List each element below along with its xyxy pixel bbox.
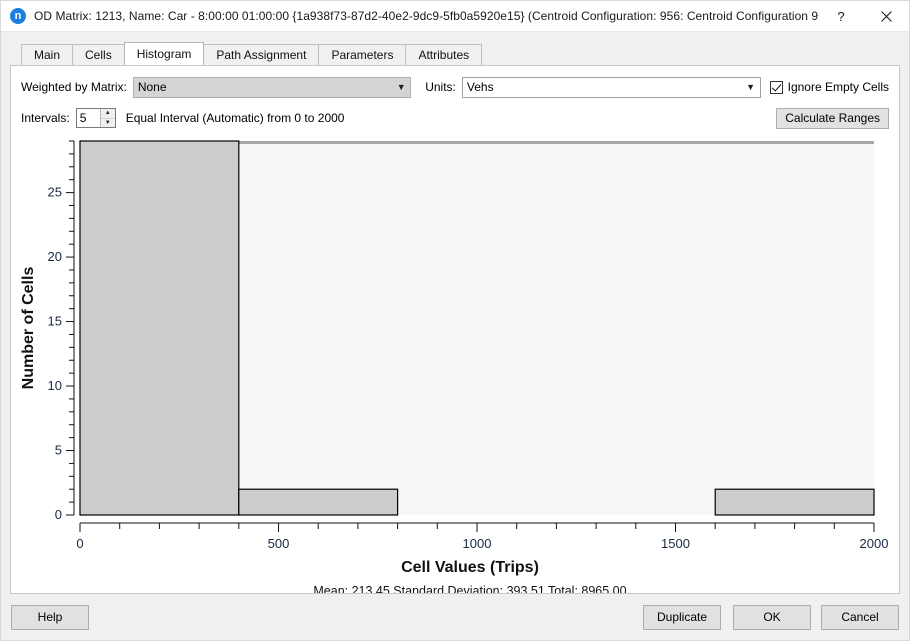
ok-button[interactable]: OK	[733, 605, 811, 630]
chevron-down-icon: ▼	[742, 78, 760, 97]
tab-main[interactable]: Main	[21, 44, 73, 65]
ok-button-label: OK	[763, 610, 780, 624]
help-title-button[interactable]: ?	[819, 1, 863, 31]
weighted-by-matrix-value: None	[138, 80, 392, 94]
checkmark-icon	[770, 81, 783, 94]
tab-parameters[interactable]: Parameters	[318, 44, 406, 65]
y-tick-label: 20	[48, 249, 62, 264]
weighted-by-matrix-dropdown[interactable]: None ▼	[133, 77, 411, 98]
ignore-empty-cells-label: Ignore Empty Cells	[788, 80, 889, 94]
stepper-down-icon[interactable]: ▼	[101, 119, 115, 128]
tab-label: Main	[34, 48, 60, 62]
tab-label: Histogram	[137, 47, 192, 61]
histogram-tab-page: Weighted by Matrix: None ▼ Units: Vehs ▼…	[10, 65, 900, 594]
x-axis-title: Cell Values (Trips)	[401, 559, 539, 576]
calculate-ranges-label: Calculate Ranges	[785, 111, 880, 125]
intervals-value: 5	[77, 109, 100, 127]
weighted-by-matrix-label: Weighted by Matrix:	[21, 80, 127, 94]
title-bar: n OD Matrix: 1213, Name: Car - 8:00:00 0…	[1, 1, 909, 32]
cancel-button[interactable]: Cancel	[821, 605, 899, 630]
intervals-row: Intervals: 5 ▲ ▼ Equal Interval (Automat…	[11, 105, 899, 131]
help-button[interactable]: Help	[11, 605, 89, 630]
od-matrix-dialog: n OD Matrix: 1213, Name: Car - 8:00:00 0…	[0, 0, 910, 641]
weighted-units-row: Weighted by Matrix: None ▼ Units: Vehs ▼…	[11, 74, 899, 100]
tab-label: Parameters	[331, 48, 393, 62]
window-title: OD Matrix: 1213, Name: Car - 8:00:00 01:…	[34, 9, 819, 23]
intervals-stepper[interactable]: 5 ▲ ▼	[76, 108, 116, 128]
x-tick-label: 500	[268, 536, 290, 551]
calculate-ranges-button[interactable]: Calculate Ranges	[776, 108, 889, 129]
histogram-bar	[80, 141, 239, 515]
stepper-buttons: ▲ ▼	[100, 109, 115, 127]
stepper-up-icon[interactable]: ▲	[101, 109, 115, 119]
units-label: Units:	[425, 80, 456, 94]
duplicate-button-label: Duplicate	[657, 610, 707, 624]
tab-histogram[interactable]: Histogram	[124, 42, 205, 65]
y-tick-label: 25	[48, 185, 62, 200]
help-button-label: Help	[38, 610, 63, 624]
x-tick-label: 0	[76, 536, 83, 551]
chevron-down-icon: ▼	[392, 78, 410, 97]
intervals-label: Intervals:	[21, 111, 70, 125]
ignore-empty-cells-checkbox[interactable]: Ignore Empty Cells	[770, 80, 889, 94]
x-tick-label: 1500	[661, 536, 690, 551]
histogram-bar	[239, 489, 398, 515]
close-icon	[881, 11, 892, 22]
y-tick-label: 0	[55, 507, 62, 522]
y-tick-label: 15	[48, 314, 62, 329]
tab-label: Path Assignment	[216, 48, 306, 62]
y-tick-label: 10	[48, 378, 62, 393]
aimsun-n-icon: n	[10, 8, 26, 24]
units-value: Vehs	[467, 80, 742, 94]
histogram-stats-line: Mean: 213.45 Standard Deviation: 393.51 …	[313, 584, 626, 593]
y-axis-title: Number of Cells	[20, 267, 37, 390]
histogram-chart: 0 5 10 15 20 25 Number of Cells 0 500 1000 1500 200…	[11, 133, 899, 593]
cancel-button-label: Cancel	[841, 610, 878, 624]
tab-label: Attributes	[418, 48, 469, 62]
tab-path-assignment[interactable]: Path Assignment	[203, 44, 319, 65]
tab-bar: Main Cells Histogram Path Assignment Par…	[21, 42, 909, 65]
x-tick-label: 1000	[463, 536, 492, 551]
tab-cells[interactable]: Cells	[72, 44, 125, 65]
tab-attributes[interactable]: Attributes	[405, 44, 482, 65]
close-window-button[interactable]	[863, 1, 909, 31]
tab-label: Cells	[85, 48, 112, 62]
x-tick-label: 2000	[860, 536, 889, 551]
histogram-plot: 0 5 10 15 20 25 Number of Cells 0 500 1000 1500 200…	[11, 133, 900, 593]
question-mark-icon: ?	[837, 9, 844, 24]
histogram-bar	[715, 489, 874, 515]
y-tick-label: 5	[55, 443, 62, 458]
equal-interval-text: Equal Interval (Automatic) from 0 to 200…	[126, 111, 345, 125]
dialog-button-bar: Help Duplicate OK Cancel	[1, 594, 909, 640]
duplicate-button[interactable]: Duplicate	[643, 605, 721, 630]
units-dropdown[interactable]: Vehs ▼	[462, 77, 761, 98]
